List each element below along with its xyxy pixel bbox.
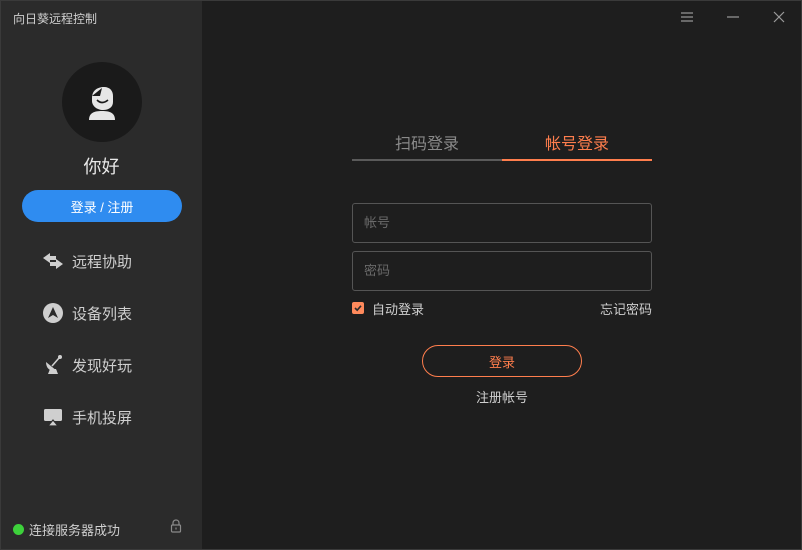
auto-login-label: 自动登录: [372, 302, 425, 318]
device-list-icon: [41, 301, 65, 325]
tab-label: 扫码登录: [394, 134, 459, 153]
menu-button[interactable]: [676, 7, 698, 27]
status-dot-icon: [13, 524, 24, 535]
sidebar-item-remote-assist[interactable]: 远程协助: [41, 248, 132, 274]
close-button[interactable]: [768, 7, 790, 27]
screen-cast-icon: [41, 405, 65, 429]
tab-qr-login[interactable]: 扫码登录: [352, 131, 502, 161]
sidebar-item-device-list[interactable]: 设备列表: [41, 300, 132, 326]
status-text: 连接服务器成功: [29, 524, 121, 539]
user-avatar-icon: [89, 87, 115, 120]
sidebar-item-discover[interactable]: 发现好玩: [41, 352, 132, 378]
auto-login-row: 自动登录 忘记密码: [352, 299, 652, 318]
login-submit-button[interactable]: 登录: [422, 345, 582, 377]
avatar[interactable]: [62, 62, 142, 142]
close-icon: [773, 11, 785, 23]
sidebar-item-screen-cast[interactable]: 手机投屏: [41, 404, 132, 430]
forgot-password-link[interactable]: 忘记密码: [600, 299, 652, 318]
minimize-icon: [727, 16, 739, 18]
greeting-text: 你好: [83, 157, 120, 178]
sidebar-item-label: 远程协助: [72, 252, 133, 271]
sidebar-item-label: 手机投屏: [72, 408, 133, 427]
sidebar-item-label: 发现好玩: [72, 356, 133, 375]
password-input[interactable]: [352, 251, 652, 291]
connection-status: 连接服务器成功: [13, 520, 120, 539]
tab-account-login[interactable]: 帐号登录: [502, 131, 652, 161]
tab-label: 帐号登录: [544, 134, 609, 153]
window-title: 向日葵远程控制: [13, 12, 98, 26]
remote-assist-icon: [41, 249, 65, 273]
app-window: 向日葵远程控制 你好 登录 / 注册 远程协助 设备列表 发现好玩 手机投屏 连…: [0, 0, 802, 550]
account-input[interactable]: [352, 203, 652, 243]
sidebar: 向日葵远程控制 你好 登录 / 注册 远程协助 设备列表 发现好玩 手机投屏 连…: [1, 1, 202, 549]
discover-icon: [41, 353, 65, 377]
menu-icon: [681, 12, 693, 22]
auto-login-checkbox[interactable]: [352, 302, 364, 314]
login-tabs: 扫码登录 帐号登录: [352, 131, 652, 161]
register-account-link[interactable]: 注册帐号: [422, 387, 582, 406]
minimize-button[interactable]: [722, 7, 744, 27]
checkmark-icon: [354, 305, 362, 312]
login-register-button[interactable]: 登录 / 注册: [22, 190, 182, 222]
sidebar-item-label: 设备列表: [72, 304, 133, 323]
lock-icon[interactable]: [169, 518, 183, 537]
